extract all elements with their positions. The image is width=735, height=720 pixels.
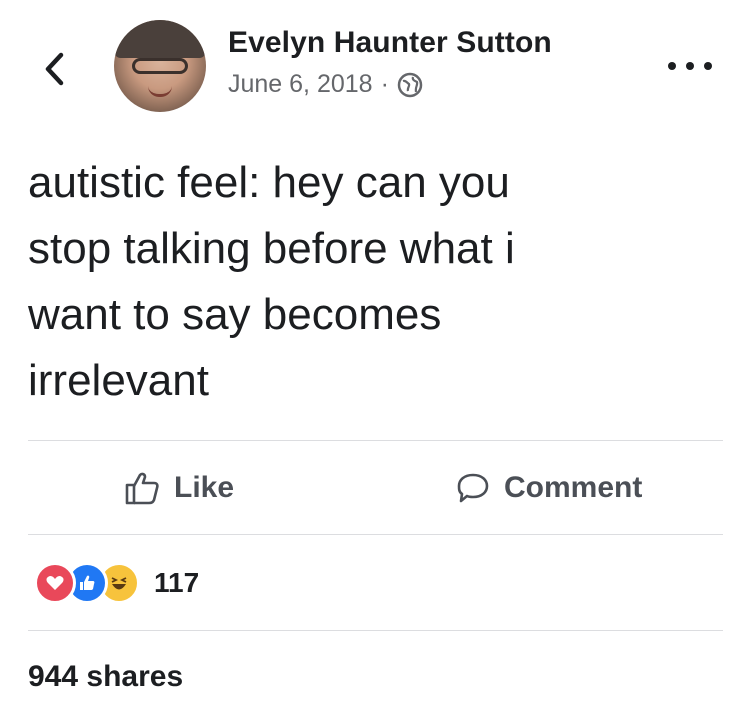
- divider-middle: [28, 534, 723, 535]
- more-dots-icon: [686, 62, 694, 70]
- post-text: autistic feel: hey can you stop talking …: [28, 158, 515, 405]
- divider-top: [28, 440, 723, 441]
- comment-bubble-icon: [457, 473, 489, 503]
- more-options-button[interactable]: [668, 54, 712, 78]
- more-dots-icon: [704, 62, 712, 70]
- shares-count[interactable]: 944 shares: [28, 660, 183, 694]
- avatar-glasses: [132, 58, 188, 74]
- avatar[interactable]: [114, 20, 206, 112]
- comment-label: Comment: [504, 471, 643, 504]
- reaction-count: 117: [154, 567, 200, 598]
- chevron-left-icon: [45, 52, 64, 86]
- author-name[interactable]: Evelyn Haunter Sutton: [228, 26, 552, 60]
- meta-separator: ·: [380, 70, 389, 98]
- like-button[interactable]: Like: [124, 442, 234, 534]
- post-header: Evelyn Haunter Sutton June 6, 2018 ·: [0, 0, 735, 130]
- globe-icon: [397, 72, 423, 98]
- post-actions: Like Comment: [28, 442, 723, 534]
- comment-button[interactable]: Comment: [456, 442, 642, 534]
- thumbs-up-icon: [125, 472, 159, 505]
- avatar-hair: [114, 20, 206, 58]
- post-date[interactable]: June 6, 2018: [228, 70, 373, 99]
- reaction-summary[interactable]: 117: [34, 558, 199, 608]
- post-meta: June 6, 2018 ·: [228, 70, 423, 99]
- love-reaction-icon: [34, 562, 76, 604]
- divider-bottom: [28, 630, 723, 631]
- avatar-mouth: [148, 86, 172, 97]
- back-button[interactable]: [34, 44, 74, 94]
- more-dots-icon: [668, 62, 676, 70]
- like-label: Like: [174, 471, 235, 504]
